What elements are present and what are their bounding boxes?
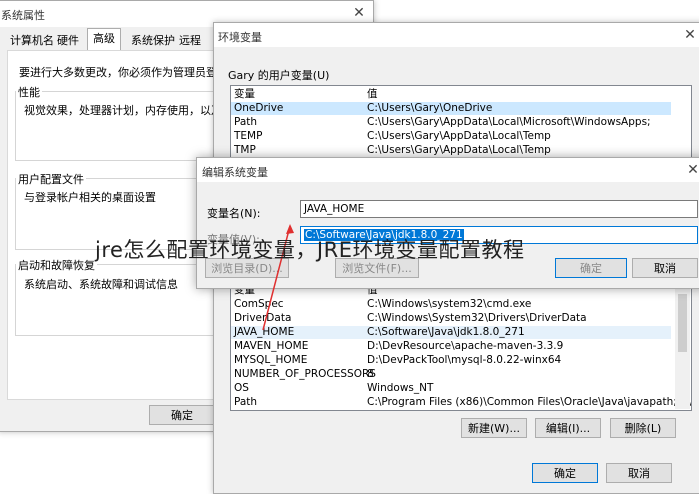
arrow-head (286, 224, 294, 234)
overlay-caption: jre怎么配置环境变量，JRE环境变量配置教程 (95, 238, 525, 262)
